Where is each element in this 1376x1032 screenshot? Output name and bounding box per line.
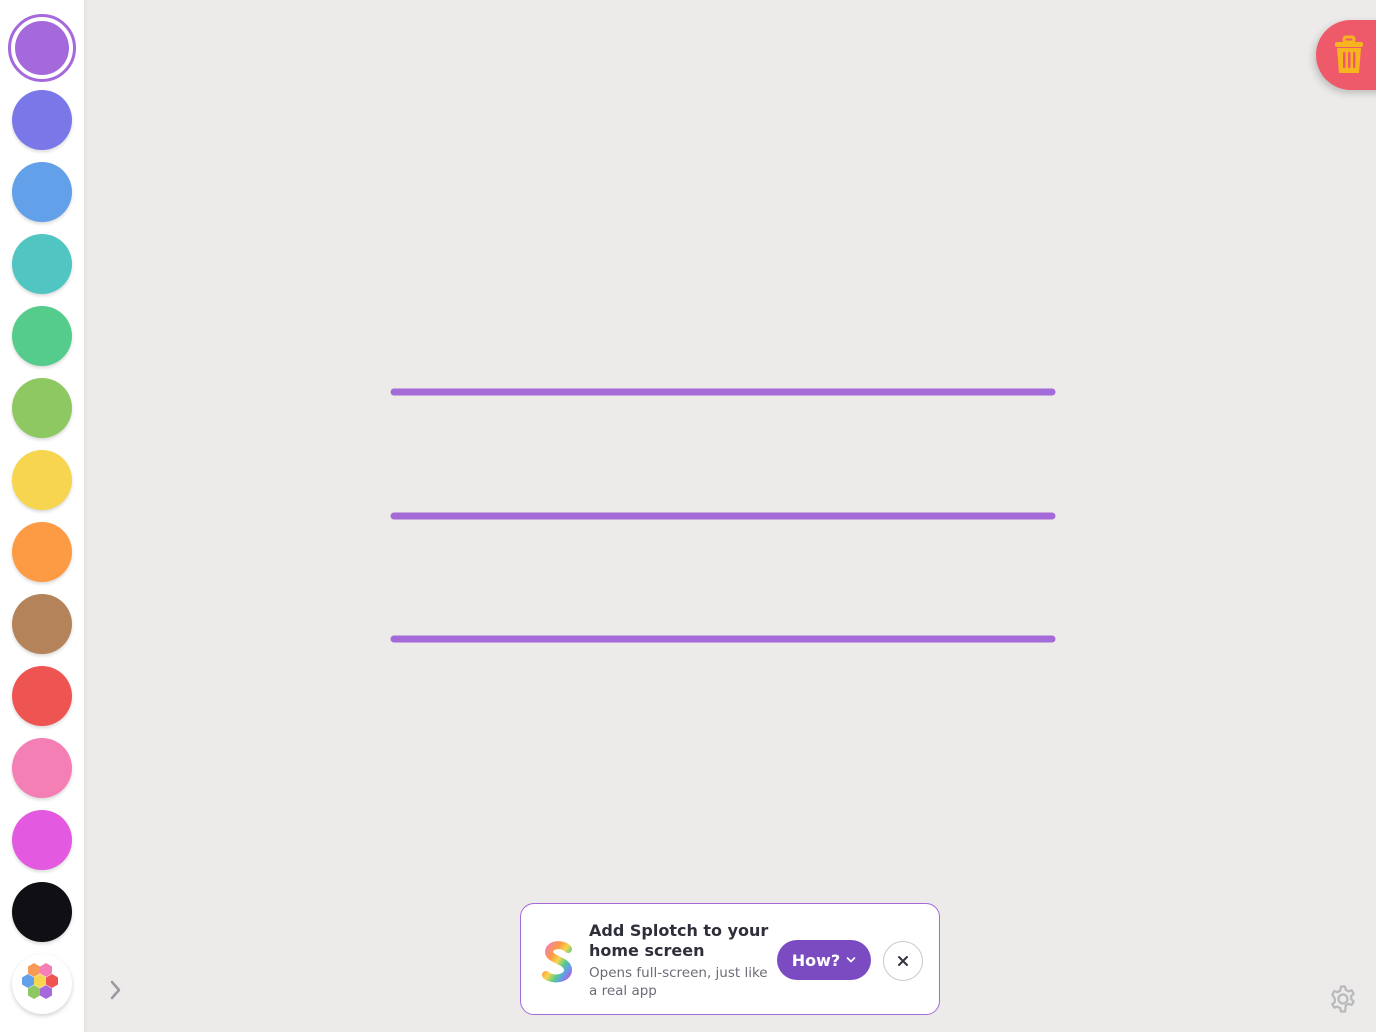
color-swatch-red[interactable] xyxy=(12,666,72,726)
trash-icon xyxy=(1335,35,1363,73)
color-swatch-orange[interactable] xyxy=(12,522,72,582)
color-swatch-magenta[interactable] xyxy=(12,810,72,870)
multicolor-picker-button[interactable] xyxy=(12,954,72,1014)
install-banner: Add Splotch to your home screen Opens fu… xyxy=(520,903,940,1015)
color-swatch-fill xyxy=(15,21,69,75)
color-palette xyxy=(0,0,84,1032)
drawing-canvas[interactable] xyxy=(84,0,1376,1032)
color-swatch-pink[interactable] xyxy=(12,738,72,798)
color-swatch-indigo[interactable] xyxy=(12,90,72,150)
color-swatch-green[interactable] xyxy=(12,306,72,366)
how-button[interactable]: How? xyxy=(777,940,871,980)
canvas-strokes xyxy=(390,388,1056,643)
how-button-label: How? xyxy=(791,950,841,970)
banner-subtitle: Opens full-screen, just like a real app xyxy=(589,965,768,999)
chevron-down-icon xyxy=(846,957,856,963)
banner-title: Add Splotch to your home screen xyxy=(589,921,769,960)
chevron-right-icon xyxy=(110,980,121,1000)
color-swatch-blue[interactable] xyxy=(12,162,72,222)
color-swatch-black[interactable] xyxy=(12,882,72,942)
color-swatch-lime[interactable] xyxy=(12,378,72,438)
gear-icon xyxy=(1331,985,1355,1013)
expand-palette-button[interactable] xyxy=(104,976,128,1004)
close-banner-button[interactable] xyxy=(883,941,923,981)
settings-button[interactable] xyxy=(1328,984,1358,1014)
close-icon xyxy=(898,956,908,966)
color-swatch-teal[interactable] xyxy=(12,234,72,294)
color-swatch-yellow[interactable] xyxy=(12,450,72,510)
color-swatch-brown[interactable] xyxy=(12,594,72,654)
color-swatch-purple[interactable] xyxy=(8,14,76,82)
splotch-logo-icon xyxy=(542,941,573,983)
hexagon-rainbow-icon xyxy=(22,963,58,999)
